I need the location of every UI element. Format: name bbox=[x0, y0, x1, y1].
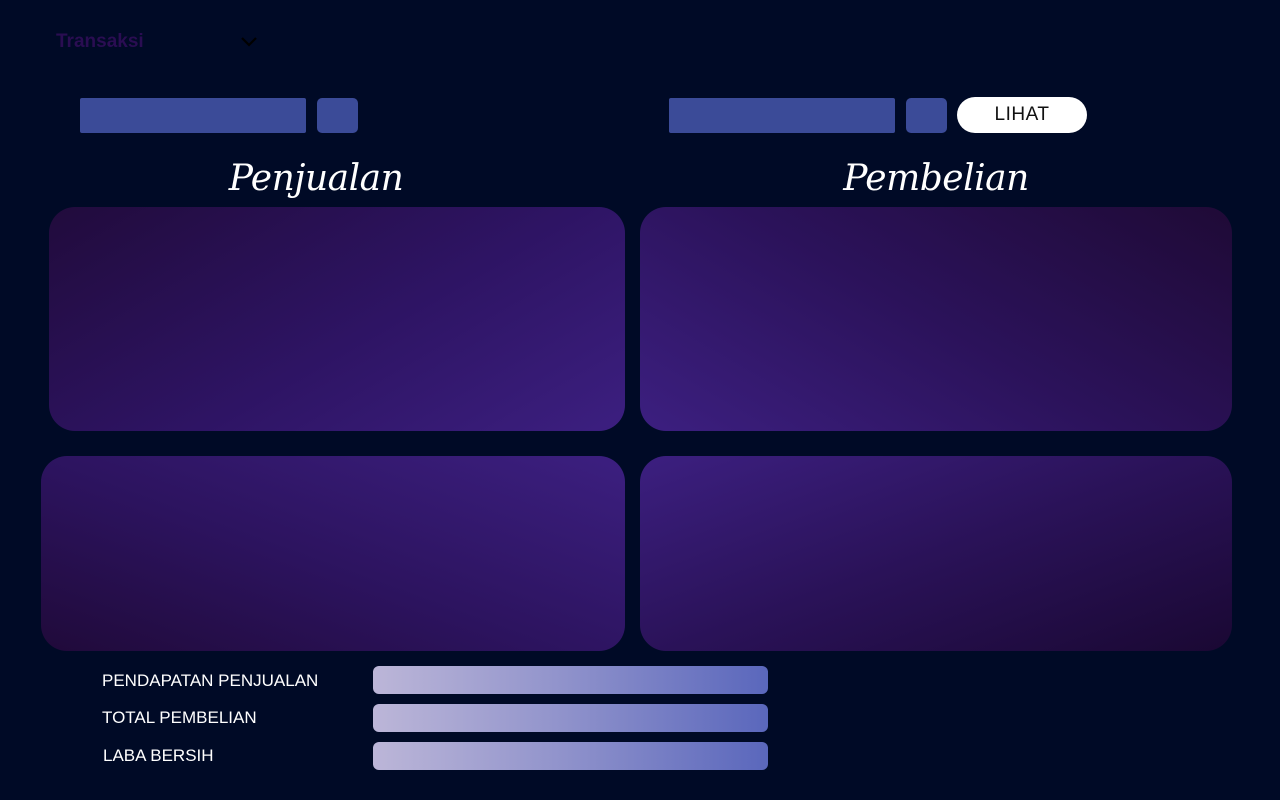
sales-revenue-field bbox=[373, 666, 768, 694]
sales-revenue-label: PENDAPATAN PENJUALAN bbox=[102, 671, 319, 690]
net-profit-field bbox=[373, 742, 768, 770]
purchase-date-picker-button[interactable] bbox=[906, 98, 947, 133]
chevron-down-icon[interactable] bbox=[240, 34, 258, 53]
transaction-menu-label: Transaksi bbox=[56, 31, 144, 52]
total-purchase-field bbox=[373, 704, 768, 732]
sales-bottom-panel bbox=[41, 456, 625, 651]
sales-top-panel bbox=[49, 207, 625, 431]
sales-date-picker-button[interactable] bbox=[317, 98, 358, 133]
purchase-top-panel bbox=[640, 207, 1232, 431]
transaction-menu-dropdown[interactable]: Transaksi bbox=[56, 28, 266, 56]
view-button[interactable]: LIHAT bbox=[957, 97, 1087, 133]
total-purchase-label: TOTAL PEMBELIAN bbox=[102, 708, 257, 727]
purchase-section-title: Pembelian bbox=[843, 158, 1029, 199]
purchase-date-input[interactable] bbox=[669, 98, 895, 133]
sales-section-title: Penjualan bbox=[228, 158, 404, 199]
net-profit-label: LABA BERSIH bbox=[103, 746, 214, 765]
sales-date-input[interactable] bbox=[80, 98, 306, 133]
purchase-bottom-panel bbox=[640, 456, 1232, 651]
